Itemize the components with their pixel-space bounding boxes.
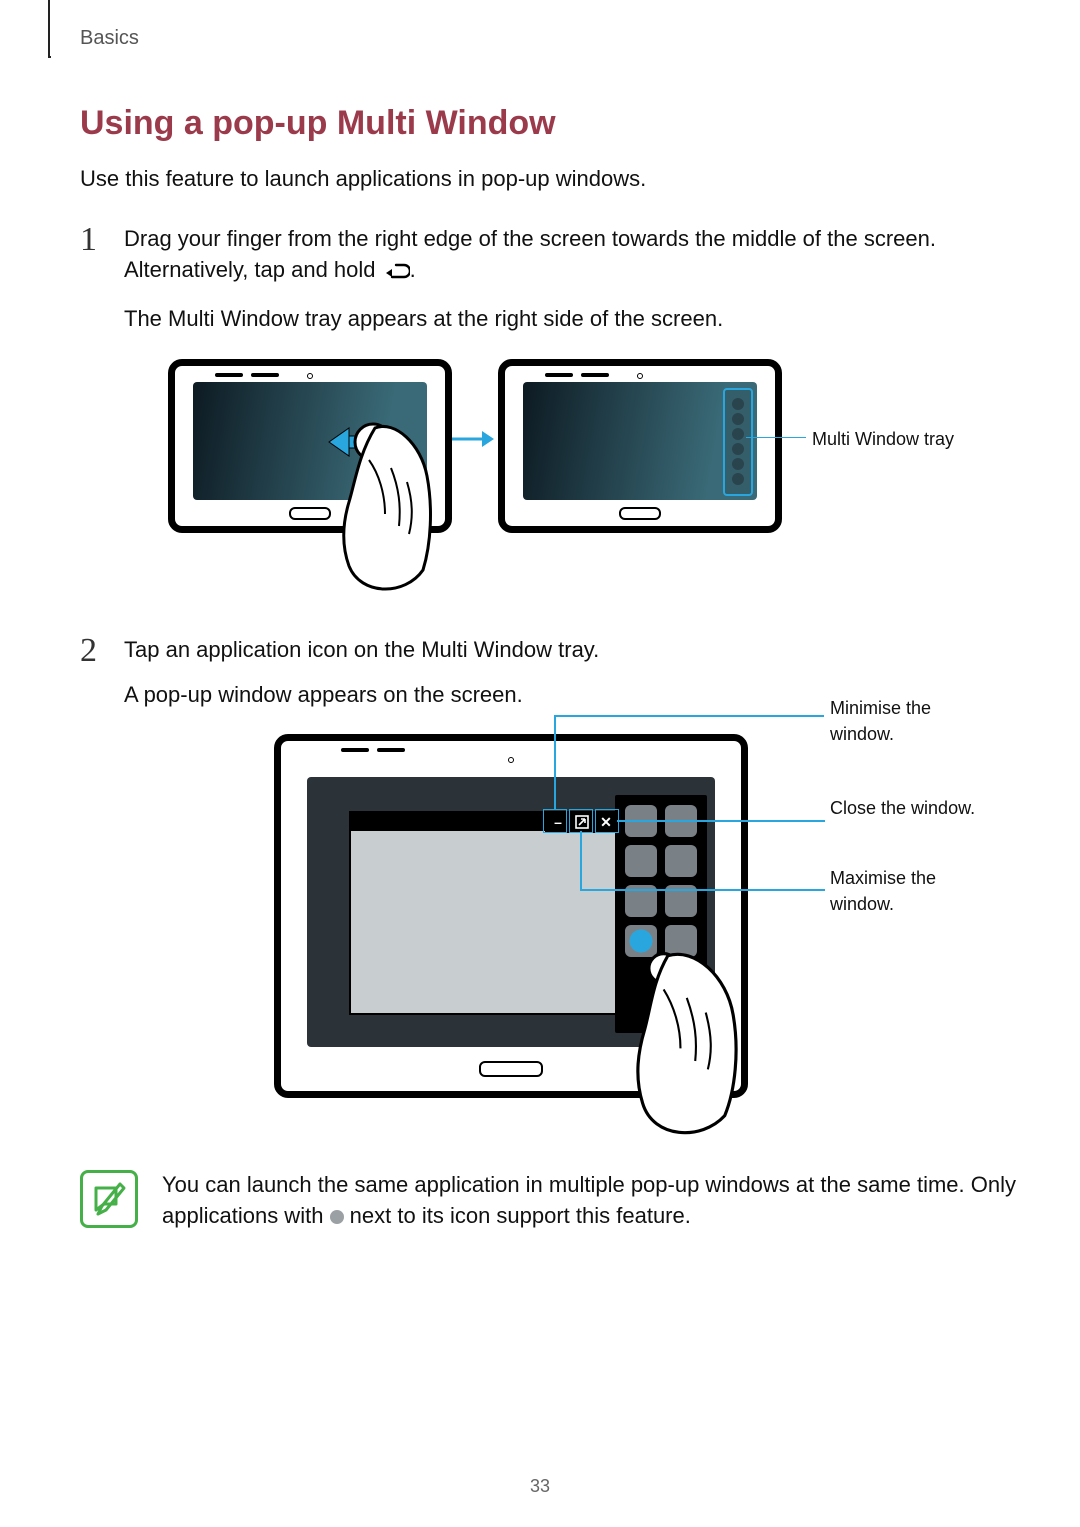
callout-box-maximise <box>569 809 593 833</box>
page-corner-rule <box>48 0 51 58</box>
section-intro: Use this feature to launch applications … <box>80 164 1020 195</box>
step-number: 1 <box>80 216 97 264</box>
step-1: 1 Drag your finger from the right edge o… <box>80 224 1020 598</box>
callout-tray-label: Multi Window tray <box>812 427 954 452</box>
hand-icon <box>631 941 791 1141</box>
step-text-part: . <box>410 257 416 282</box>
callout-box-minimise <box>543 809 567 833</box>
note-block: You can launch the same application in m… <box>80 1170 1020 1232</box>
step-text-part: Drag your finger from the right edge of … <box>124 226 936 282</box>
note-text-part: next to its icon support this feature. <box>350 1203 691 1228</box>
chapter-label: Basics <box>80 24 139 52</box>
step-subtext: The Multi Window tray appears at the rig… <box>124 304 1020 335</box>
step-2: 2 Tap an application icon on the Multi W… <box>80 635 1020 1135</box>
step-number: 2 <box>80 627 97 675</box>
callout-leader <box>554 715 824 717</box>
section-title: Using a pop-up Multi Window <box>80 100 1020 148</box>
callout-leader <box>617 820 825 822</box>
back-icon <box>382 259 410 290</box>
note-text: You can launch the same application in m… <box>162 1170 1020 1232</box>
callout-close: Close the window. <box>830 796 990 821</box>
figure-popup-window: – ✕ <box>274 734 1020 1134</box>
callout-leader <box>746 437 806 439</box>
figure-swipe-tray: Multi Window tray <box>168 359 1020 599</box>
step-text: Drag your finger from the right edge of … <box>124 224 1020 290</box>
device-before <box>168 359 452 533</box>
device-after <box>498 359 782 533</box>
popup-window-front: – ✕ <box>349 811 623 1015</box>
page-number: 33 <box>0 1474 1080 1499</box>
multi-window-tray <box>723 388 753 496</box>
arrow-right-icon <box>450 427 494 451</box>
device-popup: – ✕ <box>274 734 748 1098</box>
callout-leader <box>554 715 556 809</box>
multi-instance-dot-icon <box>330 1210 344 1224</box>
callout-maximise: Maximise the window. <box>830 866 990 916</box>
note-icon <box>80 1170 138 1228</box>
callout-box-close <box>595 809 619 833</box>
step-text: Tap an application icon on the Multi Win… <box>124 635 1020 666</box>
callout-leader <box>580 889 825 891</box>
callout-leader <box>580 831 582 889</box>
callout-minimise: Minimise the window. <box>830 696 990 746</box>
